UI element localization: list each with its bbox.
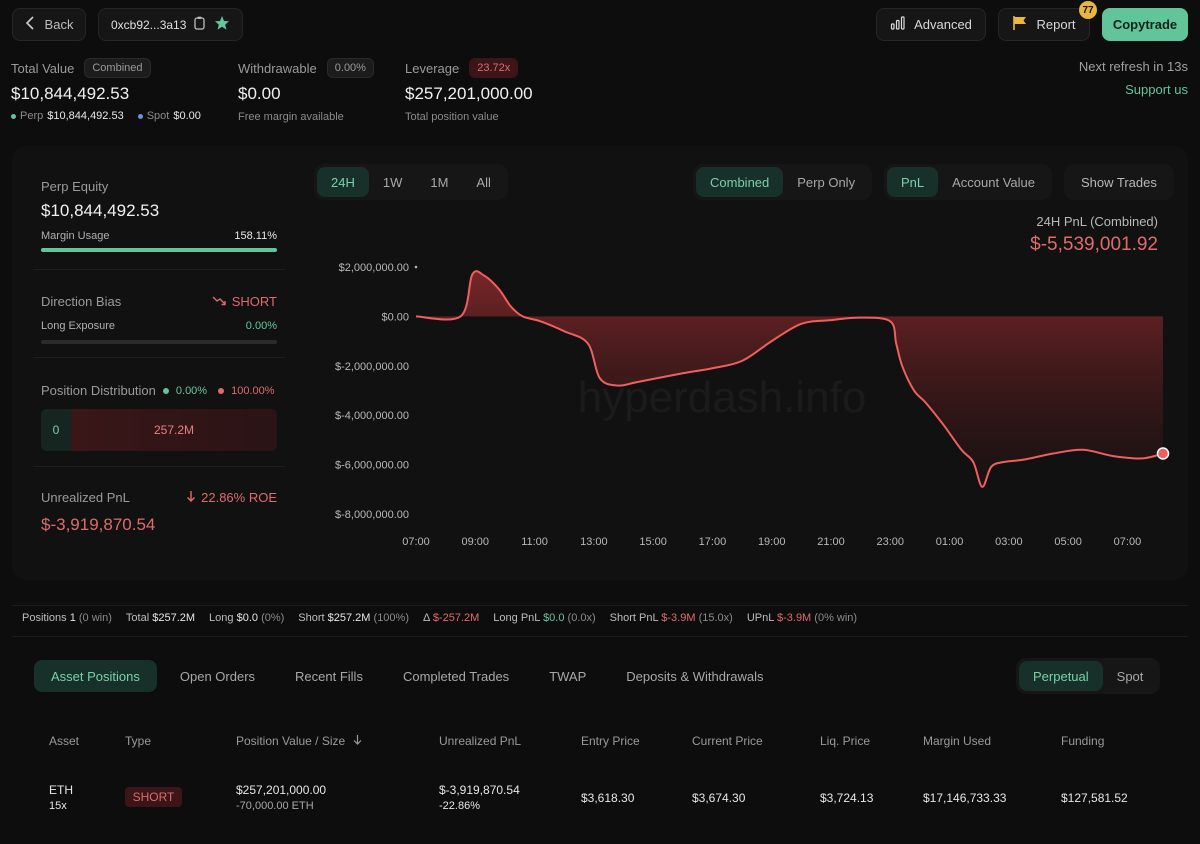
market-selector: Perpetual Spot bbox=[1016, 658, 1161, 694]
y-axis-marker bbox=[414, 265, 418, 269]
long-label: Long bbox=[209, 612, 234, 624]
y-tick-label: $-4,000,000.00 bbox=[335, 410, 409, 422]
short-value: $257.2M bbox=[327, 612, 371, 624]
x-tick-label: 15:00 bbox=[639, 536, 667, 548]
x-tick-label: 05:00 bbox=[1054, 536, 1082, 548]
x-tick-label: 01:00 bbox=[936, 536, 964, 548]
x-tick-label: 09:00 bbox=[462, 536, 490, 548]
tab-recent-fills[interactable]: Recent Fills bbox=[278, 660, 380, 692]
entry-price-cell: $3,618.30 bbox=[581, 791, 635, 805]
y-tick-label: $-6,000,000.00 bbox=[335, 460, 409, 472]
positions-summary: Positions 1 (0 win) Total $257.2M Long $… bbox=[22, 612, 857, 624]
x-tick-label: 13:00 bbox=[580, 536, 608, 548]
sort-arrow-icon[interactable] bbox=[353, 734, 362, 748]
pnl-chart: hyperdash.info $2,000,000.00$0.00$-2,000… bbox=[335, 262, 1170, 548]
position-size: -70,000.00 ETH bbox=[236, 800, 314, 812]
column-header-liq-price[interactable]: Liq. Price bbox=[820, 734, 870, 748]
column-header-entry-price[interactable]: Entry Price bbox=[581, 734, 640, 748]
x-tick-label: 07:00 bbox=[1114, 536, 1142, 548]
x-tick-label: 11:00 bbox=[521, 536, 548, 548]
liq-price-cell: $3,724.13 bbox=[820, 791, 874, 805]
upnl-value: $-3.9M bbox=[776, 612, 812, 624]
margin-used-cell: $17,146,733.33 bbox=[923, 791, 1007, 805]
long-value: $0.0 bbox=[236, 612, 258, 624]
short-pct: (100%) bbox=[373, 612, 409, 624]
market-spot[interactable]: Spot bbox=[1103, 661, 1158, 691]
column-header-type[interactable]: Type bbox=[125, 734, 151, 748]
tab-deposits-withdrawals[interactable]: Deposits & Withdrawals bbox=[609, 660, 780, 692]
x-tick-label: 03:00 bbox=[995, 536, 1023, 548]
total-value: $257.2M bbox=[152, 612, 196, 624]
short-label: Short bbox=[298, 612, 325, 624]
tab-asset-positions[interactable]: Asset Positions bbox=[34, 660, 157, 692]
column-header-unrealized-pnl[interactable]: Unrealized PnL bbox=[439, 734, 521, 748]
positions-win: (0 win) bbox=[78, 612, 112, 624]
x-tick-label: 19:00 bbox=[758, 536, 786, 548]
positions-label: Positions bbox=[22, 612, 67, 624]
asset-name[interactable]: ETH bbox=[49, 783, 73, 797]
divider bbox=[12, 636, 1188, 637]
x-tick-label: 23:00 bbox=[877, 536, 905, 548]
y-tick-label: $-8,000,000.00 bbox=[335, 509, 409, 521]
tab-completed-trades[interactable]: Completed Trades bbox=[386, 660, 526, 692]
tab-twap[interactable]: TWAP bbox=[532, 660, 603, 692]
long-pnl-value: $0.0 bbox=[543, 612, 565, 624]
tab-open-orders[interactable]: Open Orders bbox=[163, 660, 272, 692]
unrealized-pct-cell: -22.86% bbox=[439, 800, 480, 812]
delta-value: $-257.2M bbox=[432, 612, 480, 624]
column-header-position-value-size[interactable]: Position Value / Size bbox=[236, 734, 362, 748]
asset-leverage: 15x bbox=[49, 800, 67, 812]
upnl-label: UPnL bbox=[746, 612, 774, 624]
short-pnl-x: (15.0x) bbox=[698, 612, 733, 624]
short-pnl-value: $-3.9M bbox=[661, 612, 696, 624]
divider bbox=[12, 605, 1188, 606]
delta-label: Δ bbox=[423, 612, 430, 624]
x-tick-label: 07:00 bbox=[402, 536, 430, 548]
current-price-cell: $3,674.30 bbox=[692, 791, 746, 805]
long-pnl-label: Long PnL bbox=[493, 612, 540, 624]
column-header-asset[interactable]: Asset bbox=[49, 734, 79, 748]
column-header-funding[interactable]: Funding bbox=[1061, 734, 1104, 748]
unrealized-pnl-cell: $-3,919,870.54 bbox=[439, 783, 520, 797]
position-value: $257,201,000.00 bbox=[236, 783, 327, 797]
market-perpetual[interactable]: Perpetual bbox=[1019, 661, 1103, 691]
column-header-current-price[interactable]: Current Price bbox=[692, 734, 763, 748]
upnl-win: (0% win) bbox=[814, 612, 858, 624]
positions-count: 1 bbox=[69, 612, 76, 624]
long-pnl-x: (0.0x) bbox=[567, 612, 596, 624]
short-pnl-label: Short PnL bbox=[609, 612, 659, 624]
type-badge: SHORT bbox=[125, 787, 182, 807]
total-label: Total bbox=[125, 612, 150, 624]
long-pct: (0%) bbox=[261, 612, 285, 624]
y-tick-label: $-2,000,000.00 bbox=[335, 361, 409, 373]
x-tick-label: 17:00 bbox=[699, 536, 727, 548]
y-tick-label: $2,000,000.00 bbox=[339, 262, 409, 274]
funding-cell: $127,581.52 bbox=[1061, 791, 1128, 805]
x-tick-label: 21:00 bbox=[817, 536, 845, 548]
column-header-margin-used[interactable]: Margin Used bbox=[923, 734, 991, 748]
pnl-endpoint[interactable] bbox=[1156, 447, 1170, 460]
positions-tabs: Asset Positions Open Orders Recent Fills Co… bbox=[34, 660, 781, 692]
y-tick-label: $0.00 bbox=[381, 311, 409, 323]
